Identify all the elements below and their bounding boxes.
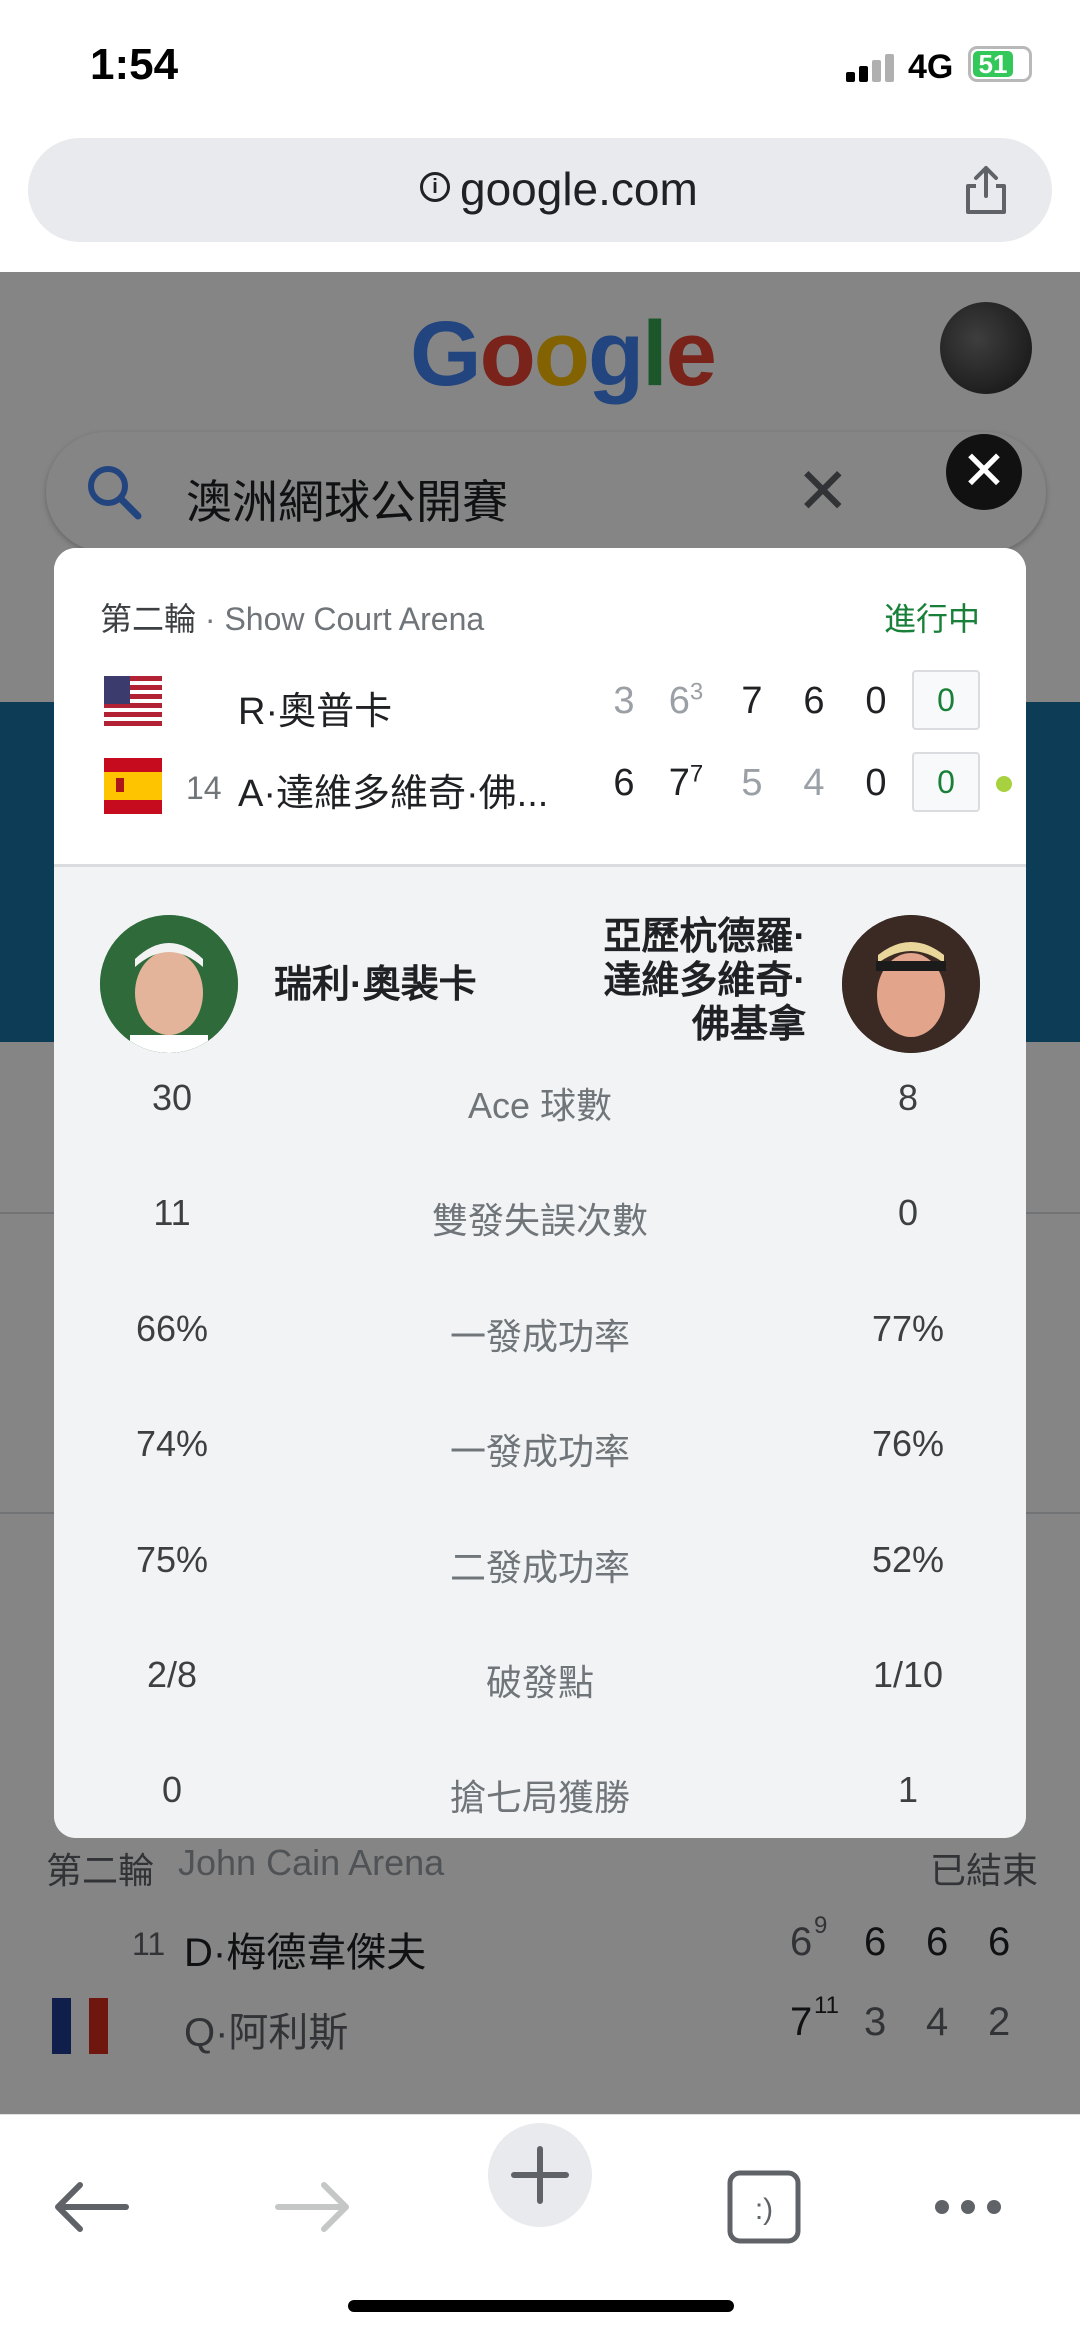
- stat-right-value: 0: [897, 1192, 919, 1233]
- p2-set1: 6: [613, 762, 635, 804]
- match-header: 第二輪 · Show Court Arena 進行中 R·奧普卡 3 63 7 …: [54, 548, 1026, 864]
- stat-label: 破發點: [485, 1662, 594, 1703]
- info-icon[interactable]: i: [420, 172, 450, 202]
- p2-set2-games: 7: [668, 762, 690, 804]
- us-flag: [104, 676, 162, 732]
- stat-left-value: 66%: [135, 1308, 209, 1349]
- stat-label: 二發成功率: [449, 1547, 630, 1588]
- url-text[interactable]: google.com: [460, 162, 698, 216]
- player2-photo: [842, 915, 980, 1053]
- p2-set4: 4: [803, 762, 825, 804]
- stat-left-value: 30: [151, 1077, 193, 1118]
- stat-left-value: 0: [161, 1769, 183, 1810]
- battery-icon: 51: [968, 46, 1032, 82]
- tab-switcher-icon[interactable]: :): [712, 2155, 816, 2259]
- match-stats-dialog: 第二輪 · Show Court Arena 進行中 R·奧普卡 3 63 7 …: [54, 548, 1026, 1838]
- p2-set2: 77: [664, 762, 708, 805]
- player1-photo: [100, 915, 238, 1053]
- stat-row: 66% 一發成功率 77%: [54, 1308, 1026, 1378]
- plus-icon: [511, 2146, 569, 2204]
- p2-set5: 0: [865, 762, 887, 804]
- stat-label: 一發成功率: [449, 1431, 630, 1472]
- stat-label: Ace 球數: [467, 1085, 613, 1126]
- player1-full-name: 瑞利·奧裴卡: [274, 964, 477, 1006]
- stat-right-value: 1: [897, 1769, 919, 1810]
- more-menu-icon[interactable]: [916, 2155, 1020, 2259]
- battery-level: 51: [973, 51, 1013, 77]
- player2-full-name: 亞歷杭德羅· 達維多維奇· 佛基拿: [506, 915, 806, 1047]
- stat-left-value: 11: [153, 1192, 191, 1233]
- player2-name: A·達維多維奇·佛...: [238, 773, 549, 815]
- p1-set2: 63: [664, 680, 708, 723]
- stat-left-value: 74%: [135, 1423, 209, 1464]
- stat-row: 2/8 破發點 1/10: [54, 1654, 1026, 1724]
- stat-label: 一發成功率: [449, 1316, 630, 1357]
- status-bar: 1:54 4G 51: [0, 0, 1080, 130]
- spain-flag: [104, 758, 162, 814]
- network-type: 4G: [908, 48, 954, 86]
- stat-row: 75% 二發成功率 52%: [54, 1539, 1026, 1609]
- player2-name-line2: 達維多維奇·: [603, 960, 806, 1002]
- p2-set3: 5: [741, 762, 763, 804]
- p2-points: 0: [912, 752, 980, 812]
- p1-set4: 6: [803, 680, 825, 722]
- stat-right-value: 8: [897, 1077, 919, 1118]
- p1-set5: 0: [865, 680, 887, 722]
- player-row-2: 14 A·達維多維奇·佛... 6 77 5 4 0 0: [54, 750, 1026, 820]
- p1-set2-games: 6: [668, 680, 690, 722]
- stat-right-value: 1/10: [872, 1654, 944, 1695]
- close-icon[interactable]: ✕: [946, 434, 1022, 510]
- stat-row: 0 搶七局獲勝 1: [54, 1769, 1026, 1838]
- stat-left-value: 75%: [135, 1539, 209, 1580]
- stat-right-value: 52%: [871, 1539, 945, 1580]
- player-row-1: R·奧普卡 3 63 7 6 0 0: [54, 668, 1026, 738]
- share-icon[interactable]: [958, 162, 1014, 218]
- stats-panel[interactable]: 瑞利·奧裴卡 亞歷杭德羅· 達維多維奇· 佛基拿 30 Ace 球數 8 11 …: [54, 864, 1026, 1838]
- serving-indicator: [996, 776, 1012, 792]
- svg-text::): :): [755, 2193, 773, 2226]
- new-tab-button[interactable]: [488, 2123, 592, 2227]
- stat-right-value: 76%: [871, 1423, 945, 1464]
- home-indicator[interactable]: [348, 2300, 734, 2312]
- address-bar[interactable]: i google.com: [28, 138, 1052, 242]
- player1-name: R·奧普卡: [238, 691, 393, 733]
- stat-label: 雙發失誤次數: [431, 1200, 648, 1241]
- player2-seed: 14: [186, 770, 222, 806]
- back-arrow-icon[interactable]: [38, 2155, 142, 2259]
- stat-left-value: 2/8: [146, 1654, 198, 1695]
- stat-row: 11 雙發失誤次數 0: [54, 1192, 1026, 1262]
- stat-row: 30 Ace 球數 8: [54, 1077, 1026, 1147]
- p1-set1: 3: [613, 680, 635, 722]
- player2-name-line1: 亞歷杭德羅·: [603, 916, 806, 958]
- player2-name-line3: 佛基拿: [691, 1004, 806, 1046]
- match-venue: Show Court Arena: [224, 601, 485, 637]
- stat-row: 74% 一發成功率 76%: [54, 1423, 1026, 1493]
- match-round-line: 第二輪 · Show Court Arena: [100, 601, 485, 637]
- p1-set2-tiebreak: 3: [689, 678, 704, 706]
- p2-set2-tiebreak: 7: [689, 760, 704, 788]
- match-status: 進行中: [883, 601, 980, 637]
- p1-points: 0: [912, 670, 980, 730]
- stat-right-value: 77%: [871, 1308, 945, 1349]
- p1-set3: 7: [741, 680, 763, 722]
- stat-label: 搶七局獲勝: [449, 1777, 630, 1818]
- signal-icon: [846, 52, 898, 82]
- forward-arrow-icon[interactable]: [262, 2155, 366, 2259]
- status-time: 1:54: [90, 40, 179, 89]
- match-round: 第二輪: [100, 601, 197, 637]
